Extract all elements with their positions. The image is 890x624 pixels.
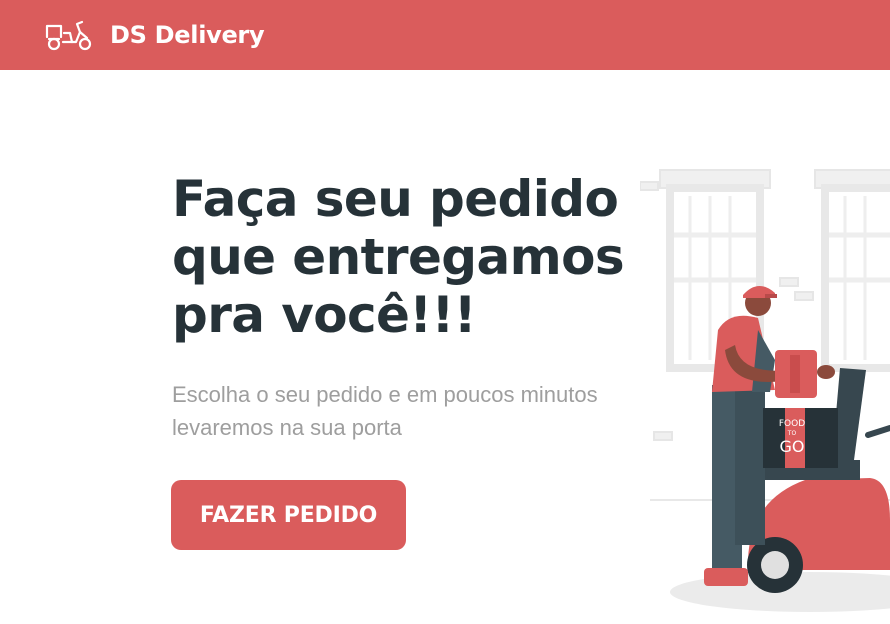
hero-title-line: que entregamos (172, 228, 625, 286)
hero-section: Faça seu pedido que entregamos pra você!… (172, 170, 652, 444)
navbar: DS Delivery (0, 0, 890, 70)
hero-title-line: Faça seu pedido (172, 170, 619, 228)
box-label-go: GO (780, 437, 805, 456)
hero-title: Faça seu pedido que entregamos pra você!… (172, 170, 652, 344)
scooter-icon[interactable] (44, 18, 94, 52)
hero-title-line: pra você!!! (172, 286, 477, 344)
delivery-man-scooter-illustration: FOOD TO GO (640, 169, 890, 612)
brand-name[interactable]: DS Delivery (110, 21, 265, 49)
food-to-go-box: FOOD TO GO (763, 408, 838, 468)
hero-subtitle-line: Escolha o seu pedido e em poucos minutos (172, 382, 598, 407)
order-button[interactable]: FAZER PEDIDO (171, 480, 406, 550)
hero-subtitle-line: levaremos na sua porta (172, 415, 402, 440)
box-label-to: TO (787, 430, 797, 437)
hero-subtitle: Escolha o seu pedido e em poucos minutos… (172, 378, 652, 444)
box-label-food: FOOD (779, 419, 805, 429)
scooter (747, 368, 890, 593)
